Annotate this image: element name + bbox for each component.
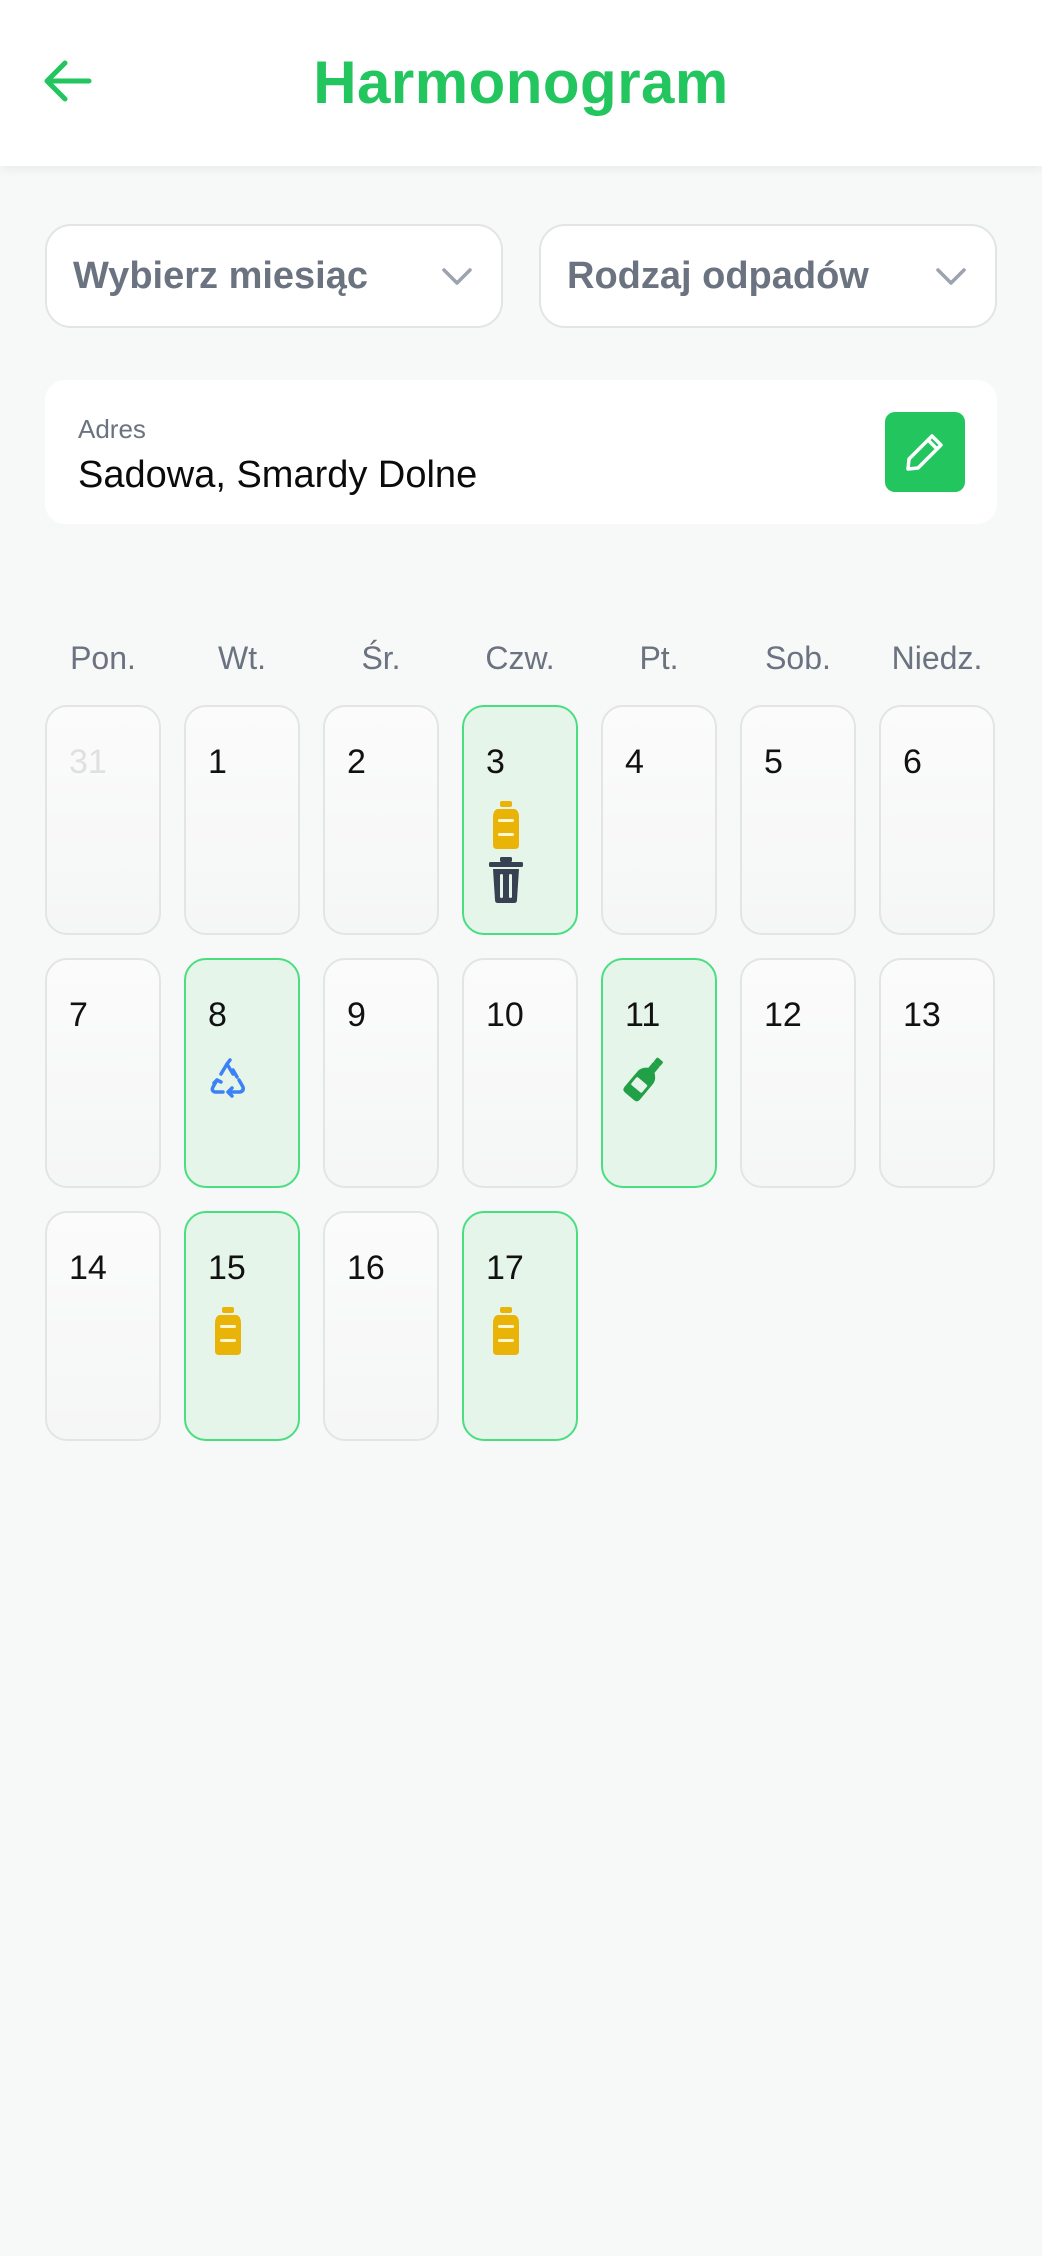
calendar-grid: 31 1 2 3 4 5 6 7 8 9 10 11 12 13 14 15 16 17	[45, 705, 997, 1441]
calendar-day[interactable]: 31	[45, 705, 161, 935]
calendar-day-number: 7	[69, 996, 88, 1034]
calendar-day[interactable]: 10	[462, 958, 578, 1188]
calendar-day[interactable]: 6	[879, 705, 995, 935]
calendar-day-number: 17	[486, 1249, 524, 1287]
weekday-label: Pon.	[70, 640, 136, 676]
address-card: Adres Sadowa, Smardy Dolne	[45, 380, 997, 524]
waste-icons	[484, 1305, 564, 1359]
calendar-day-number: 9	[347, 996, 366, 1034]
calendar-day-number: 10	[486, 996, 524, 1034]
weekday-label: Czw.	[485, 640, 555, 676]
calendar-day-number: 13	[903, 996, 941, 1034]
calendar-day[interactable]: 1	[184, 705, 300, 935]
calendar-day[interactable]: 2	[323, 705, 439, 935]
waste-type-select[interactable]: Rodzaj odpadów	[539, 224, 997, 328]
calendar-day[interactable]: 12	[740, 958, 856, 1188]
calendar-day-number: 8	[208, 996, 227, 1034]
calendar-day[interactable]: 3	[462, 705, 578, 935]
calendar-day-number: 4	[625, 743, 644, 781]
calendar-day-number: 12	[764, 996, 802, 1034]
chevron-down-icon	[936, 268, 966, 285]
weekday-header: Pon. Wt. Śr. Czw. Pt. Sob. Niedz.	[45, 640, 997, 684]
plastic-bottle-icon	[484, 1305, 528, 1357]
address-value: Sadowa, Smardy Dolne	[78, 454, 478, 496]
waste-icons	[206, 1052, 286, 1106]
calendar-day[interactable]: 14	[45, 1211, 161, 1441]
waste-icons	[206, 1305, 286, 1359]
weekday-label: Sob.	[765, 640, 831, 676]
calendar-day[interactable]: 13	[879, 958, 995, 1188]
month-select[interactable]: Wybierz miesiąc	[45, 224, 503, 328]
plastic-bottle-icon	[206, 1305, 250, 1357]
calendar-day[interactable]: 5	[740, 705, 856, 935]
calendar-day-number: 11	[625, 996, 661, 1034]
weekday-label: Śr.	[361, 640, 401, 676]
calendar-day[interactable]: 16	[323, 1211, 439, 1441]
calendar-day-number: 5	[764, 743, 783, 781]
filters-row: Wybierz miesiąc Rodzaj odpadów	[45, 224, 997, 328]
calendar-day-number: 31	[69, 743, 107, 781]
app-header: Harmonogram	[0, 0, 1042, 166]
weekday-label: Wt.	[218, 640, 266, 676]
month-select-label: Wybierz miesiąc	[73, 254, 369, 297]
glass-bottle-icon	[623, 1052, 667, 1104]
calendar-day[interactable]: 15	[184, 1211, 300, 1441]
calendar-day[interactable]: 4	[601, 705, 717, 935]
calendar-day-number: 3	[486, 743, 505, 781]
weekday-label: Niedz.	[891, 640, 983, 676]
calendar-day-number: 1	[208, 743, 227, 781]
edit-address-button[interactable]	[885, 412, 965, 492]
calendar-day-number: 2	[347, 743, 366, 781]
calendar-day[interactable]: 8	[184, 958, 300, 1188]
waste-icons	[484, 799, 564, 907]
recycle-icon	[206, 1052, 250, 1104]
chevron-down-icon	[442, 268, 472, 285]
calendar-day[interactable]: 7	[45, 958, 161, 1188]
calendar-day[interactable]: 9	[323, 958, 439, 1188]
address-label: Adres	[78, 414, 146, 444]
page-title: Harmonogram	[313, 49, 729, 116]
calendar-day-number: 16	[347, 1249, 385, 1287]
plastic-bottle-icon	[484, 799, 528, 851]
trash-bin-icon	[484, 853, 528, 905]
calendar-day-number: 15	[208, 1249, 246, 1287]
calendar-day-number: 14	[69, 1249, 107, 1287]
calendar-day[interactable]: 17	[462, 1211, 578, 1441]
pencil-icon	[906, 434, 943, 471]
calendar-day-number: 6	[903, 743, 922, 781]
waste-type-select-label: Rodzaj odpadów	[567, 254, 869, 297]
calendar-day[interactable]: 11	[601, 958, 717, 1188]
weekday-label: Pt.	[639, 640, 679, 676]
waste-icons	[623, 1052, 703, 1106]
